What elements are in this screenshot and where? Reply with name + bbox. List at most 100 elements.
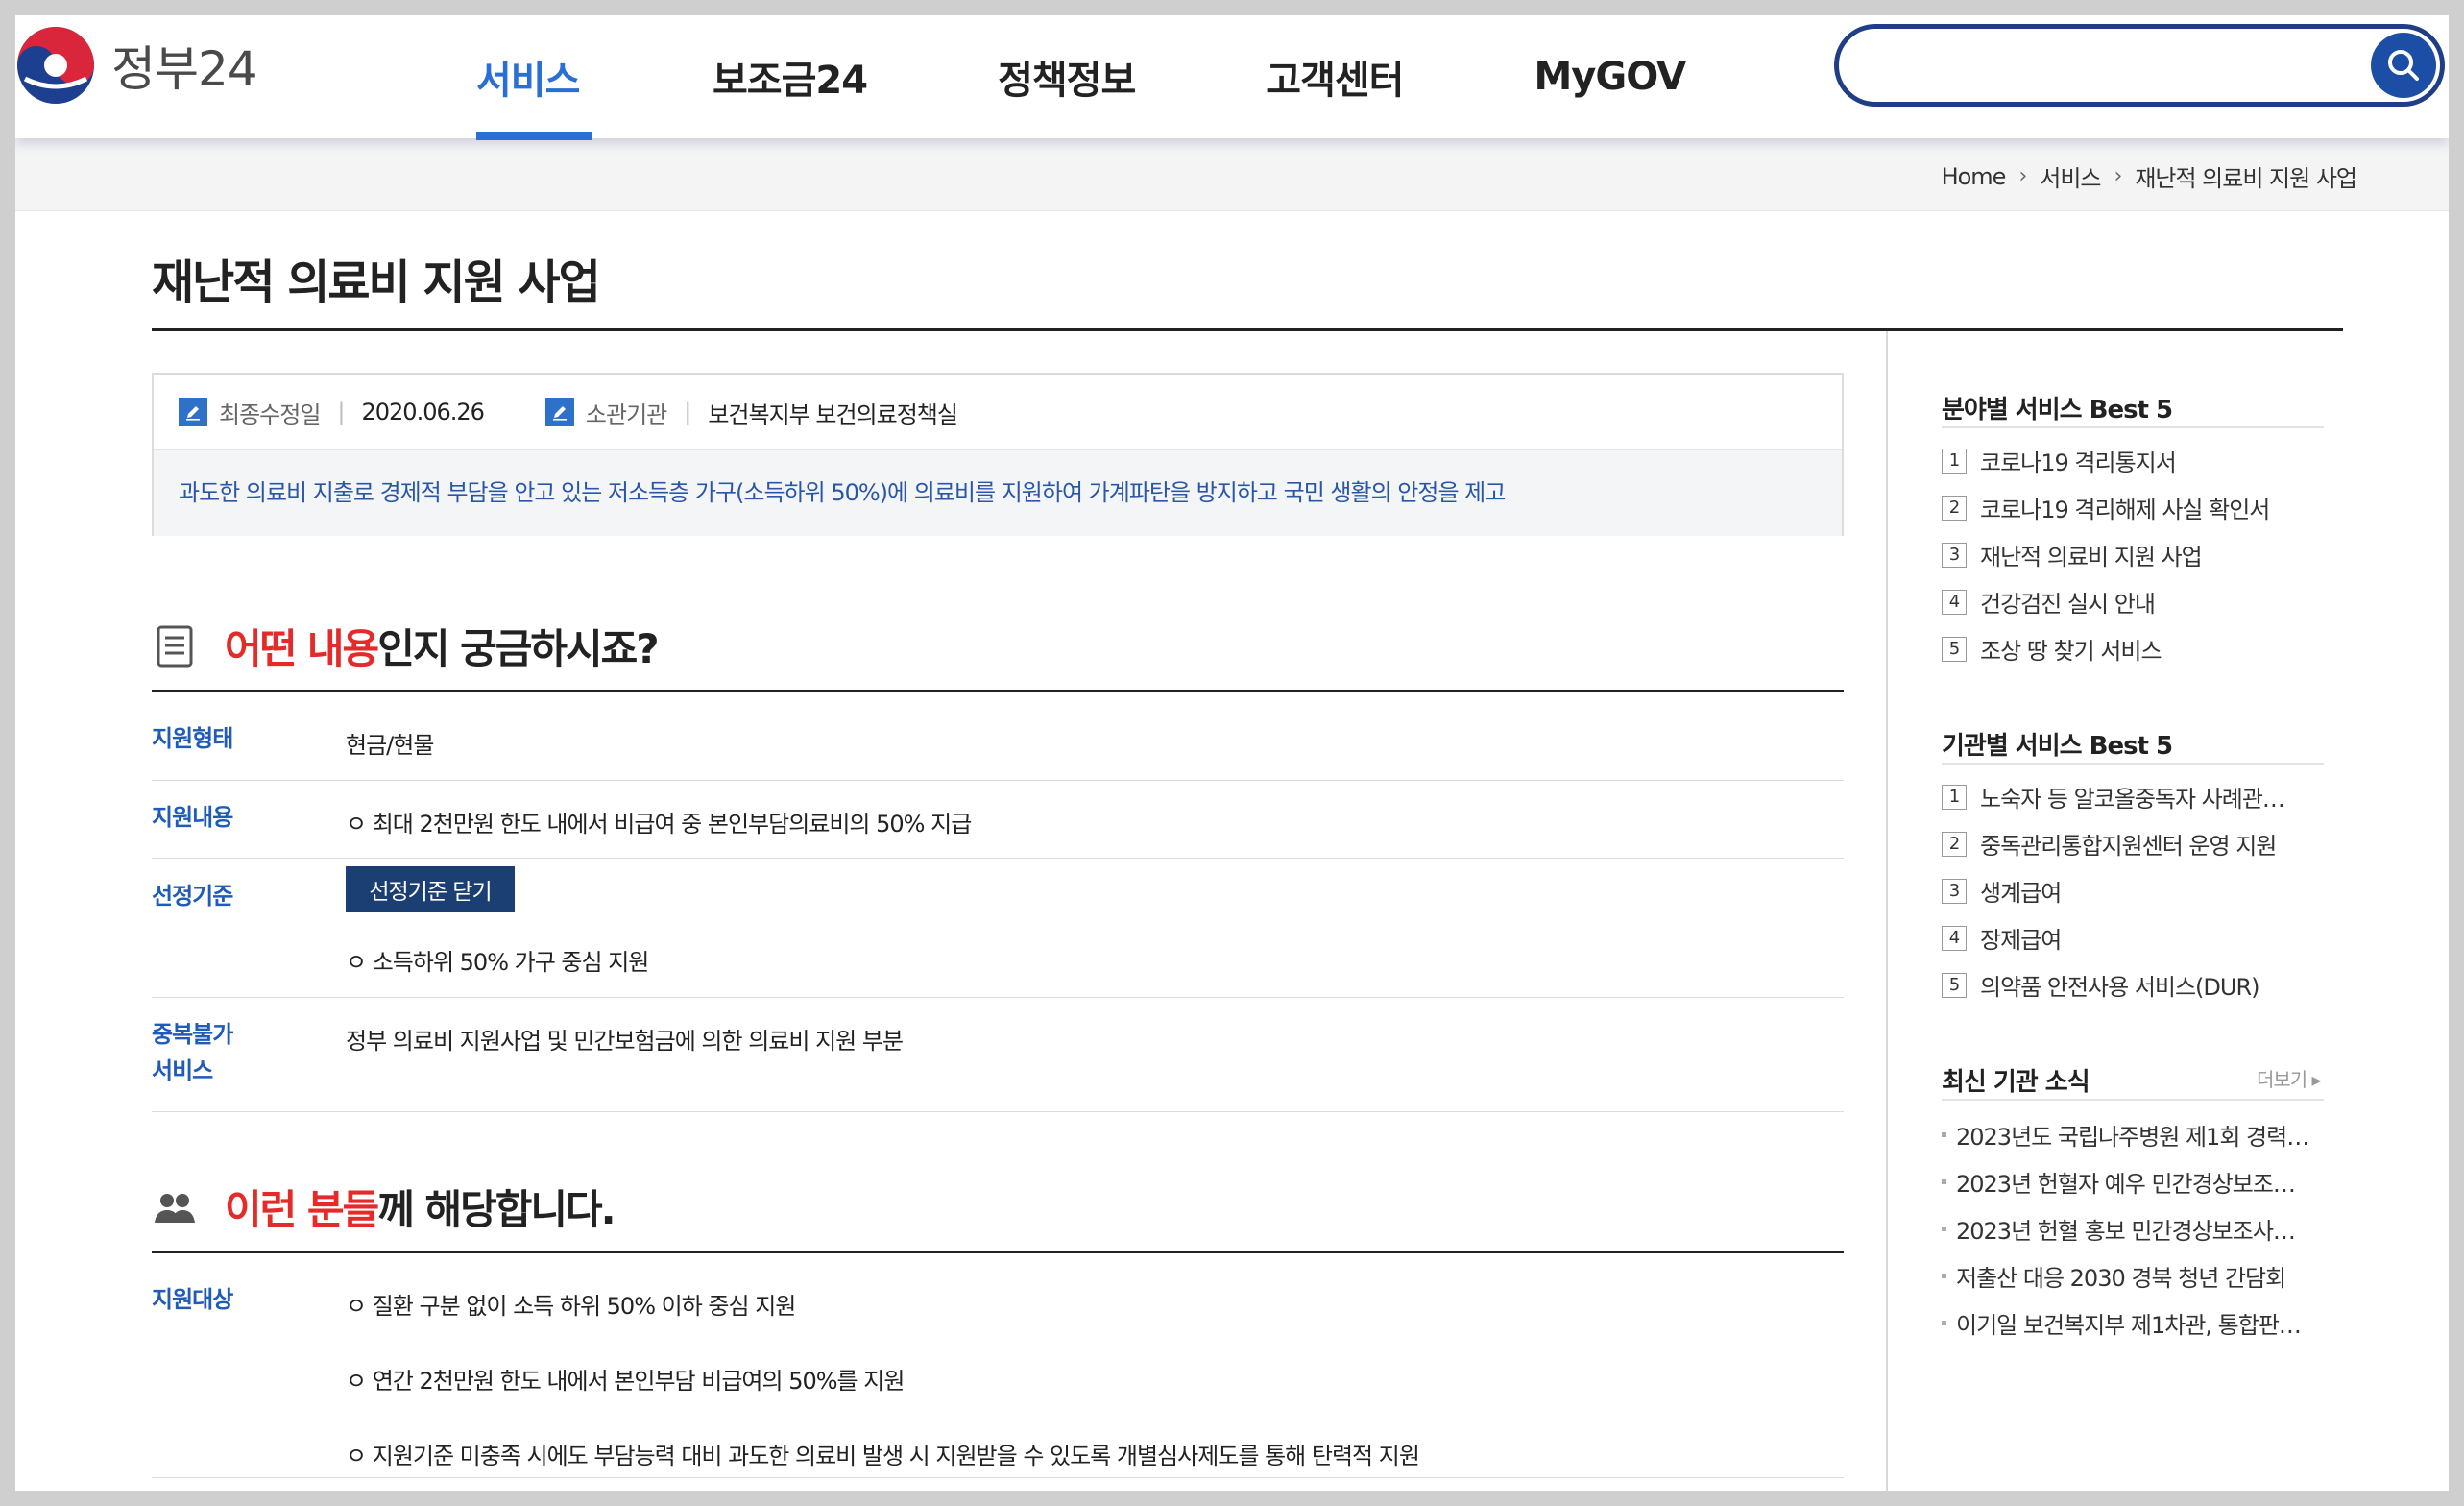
row-label-selection-criteria: 선정기준: [152, 883, 233, 910]
row-label-support-content: 지원내용: [152, 804, 233, 831]
nav-item-service[interactable]: 서비스: [476, 15, 592, 140]
search-input[interactable]: [1868, 42, 2348, 88]
row-divider: [152, 1111, 1844, 1112]
agency-best-item[interactable]: 1 노숙자 등 알코올중독자 사례관…: [1942, 780, 2285, 814]
row-value-duplicate-service: 정부 의료비 지원사업 및 민간보험금에 의한 의료비 지원 부분: [346, 1028, 904, 1055]
agency-best-item[interactable]: 4 장제급여: [1942, 921, 2062, 955]
updated-label: 최종수정일: [219, 401, 321, 428]
sidebar-divider-line: [1942, 763, 2324, 765]
news-item-label: 2023년도 국립나주병원 제1회 경력…: [1956, 1124, 2309, 1151]
nav-item-subsidy24[interactable]: 보조금24: [713, 15, 868, 138]
main-nav: 서비스 보조금24 정책정보 고객센터 MyGOV: [467, 15, 1686, 140]
search-box: [1834, 24, 2445, 107]
rank-number: 4: [1942, 589, 1967, 615]
bullet-icon: [1942, 1321, 1946, 1325]
people-icon: [152, 1184, 198, 1230]
row-value-support-content: ㅇ 최대 2천만원 한도 내에서 비급여 중 본인부담의료비의 50% 지급: [346, 811, 972, 838]
site-header: 정부24 서비스 보조금24 정책정보 고객센터 MyGOV: [15, 15, 2449, 140]
sidebar-agency-best-title: 기관별 서비스 Best 5: [1942, 732, 2173, 761]
target-item: ㅇ 질환 구분 없이 소득 하위 50% 이하 중심 지원: [346, 1293, 796, 1320]
service-info-box: 최종수정일 | 2020.06.26 소관기관 | 보건복지부 보건의료정책실 …: [152, 373, 1844, 536]
section-title-text: 께 해당합니다.: [377, 1186, 616, 1233]
rank-label: 노숙자 등 알코올중독자 사례관…: [1980, 786, 2285, 813]
divider: |: [337, 399, 345, 425]
browser-page: 정부24 서비스 보조금24 정책정보 고객센터 MyGOV Home › 서비…: [15, 15, 2449, 1491]
agency-best-item[interactable]: 3 생계급여: [1942, 874, 2062, 908]
bullet-icon: [1942, 1132, 1946, 1137]
bullet-icon: [1942, 1227, 1946, 1231]
sidebar-divider-line: [1942, 426, 2324, 428]
row-divider: [152, 1477, 1844, 1478]
rank-number: 2: [1942, 495, 1967, 521]
rank-number: 2: [1942, 831, 1967, 857]
rank-label: 코로나19 격리통지서: [1980, 449, 2177, 476]
news-item[interactable]: 이기일 보건복지부 제1차관, 통합판…: [1942, 1306, 2302, 1340]
breadcrumb: Home › 서비스 › 재난적 의료비 지원 사업: [1942, 159, 2357, 193]
sidebar-divider: [1886, 331, 1888, 1491]
rank-label: 코로나19 격리해제 사실 확인서: [1980, 497, 2270, 523]
rank-label: 장제급여: [1980, 927, 2062, 954]
field-best-item[interactable]: 2 코로나19 격리해제 사실 확인서: [1942, 491, 2270, 524]
chevron-right-icon: ›: [2018, 164, 2027, 188]
updated-value: 2020.06.26: [361, 399, 485, 425]
news-item-label: 저출산 대응 2030 경북 청년 간담회: [1956, 1265, 2286, 1292]
bullet-icon: [1942, 1179, 1946, 1184]
agency-best-item[interactable]: 5 의약품 안전사용 서비스(DUR): [1942, 968, 2260, 1002]
chevron-right-icon: ›: [2114, 164, 2123, 188]
document-icon: [152, 623, 198, 669]
row-value-selection-criteria: ㅇ 소득하위 50% 가구 중심 지원: [346, 949, 649, 976]
rank-number: 4: [1942, 925, 1967, 951]
news-item-label: 이기일 보건복지부 제1차관, 통합판…: [1956, 1312, 2302, 1339]
rank-number: 5: [1942, 972, 1967, 998]
field-best-item[interactable]: 4 건강검진 실시 안내: [1942, 585, 2156, 619]
news-item[interactable]: 저출산 대응 2030 경북 청년 간담회: [1942, 1259, 2286, 1293]
page-title: 재난적 의료비 지원 사업: [152, 255, 601, 309]
row-label-support-target: 지원대상: [152, 1286, 233, 1313]
nav-item-policy[interactable]: 정책정보: [998, 15, 1136, 138]
field-best-item[interactable]: 1 코로나19 격리통지서: [1942, 444, 2177, 477]
divider: |: [684, 399, 691, 425]
news-item[interactable]: 2023년도 국립나주병원 제1회 경력…: [1942, 1118, 2309, 1152]
rank-number: 3: [1942, 878, 1967, 904]
row-divider: [152, 997, 1844, 998]
sidebar-field-best-title: 분야별 서비스 Best 5: [1942, 396, 2173, 425]
site-logo[interactable]: 정부24: [15, 25, 258, 106]
bullet-icon: [1942, 1274, 1946, 1278]
rank-number: 1: [1942, 784, 1967, 810]
nav-item-customer-center[interactable]: 고객센터: [1266, 15, 1404, 138]
sidebar-divider-line: [1942, 1099, 2324, 1101]
rank-label: 건강검진 실시 안내: [1980, 591, 2156, 618]
taegeuk-logo-icon: [17, 27, 94, 104]
agency-value: 보건복지부 보건의료정책실: [708, 401, 958, 428]
row-label-duplicate-service-2: 서비스: [152, 1057, 213, 1084]
title-divider: [152, 328, 2343, 331]
target-item: ㅇ 지원기준 미충족 시에도 부담능력 대비 과도한 의료비 발생 시 지원받을…: [346, 1443, 1420, 1470]
rank-number: 5: [1942, 636, 1967, 662]
info-meta-row: 최종수정일 | 2020.06.26 소관기관 | 보건복지부 보건의료정책실: [179, 390, 958, 434]
nav-item-mygov[interactable]: MyGOV: [1534, 15, 1686, 138]
agency-best-item[interactable]: 2 중독관리통합지원센터 운영 지원: [1942, 827, 2277, 861]
breadcrumb-current[interactable]: 재난적 의료비 지원 사업: [2135, 159, 2357, 193]
field-best-item[interactable]: 3 재난적 의료비 지원 사업: [1942, 538, 2203, 571]
news-item[interactable]: 2023년 헌혈자 예우 민간경상보조…: [1942, 1165, 2296, 1199]
breadcrumb-home[interactable]: Home: [1942, 163, 2007, 190]
close-criteria-button[interactable]: 선정기준 닫기: [346, 866, 515, 912]
rank-label: 조상 땅 찾기 서비스: [1980, 638, 2162, 665]
rank-label: 재난적 의료비 지원 사업: [1980, 544, 2203, 571]
news-item[interactable]: 2023년 헌혈 홍보 민간경상보조사…: [1942, 1212, 2296, 1246]
rank-label: 중독관리통합지원센터 운영 지원: [1980, 833, 2277, 860]
rank-number: 1: [1942, 448, 1967, 474]
field-best-item[interactable]: 5 조상 땅 찾기 서비스: [1942, 632, 2162, 666]
search-icon: [2388, 50, 2419, 81]
row-divider: [152, 780, 1844, 781]
row-label-support-type: 지원형태: [152, 725, 233, 752]
search-button[interactable]: [2371, 33, 2436, 98]
breadcrumb-service[interactable]: 서비스: [2040, 159, 2101, 193]
news-more-link[interactable]: 더보기 ▸: [2257, 1064, 2322, 1092]
target-item: ㅇ 연간 2천만원 한도 내에서 본인부담 비급여의 50%를 지원: [346, 1368, 905, 1395]
edit-icon: [544, 398, 574, 426]
section-title-highlight: 어떤 내용: [225, 625, 379, 672]
row-divider: [152, 858, 1844, 859]
section-title-target: 이런 분들 께 해당합니다.: [152, 1178, 616, 1236]
row-value-support-type: 현금/현물: [346, 732, 434, 759]
